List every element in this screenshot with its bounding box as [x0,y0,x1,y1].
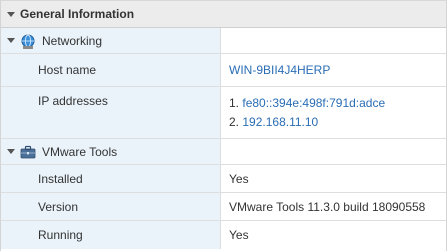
ip-addresses-label: IP addresses [38,94,108,108]
version-label-cell: Version [1,193,221,220]
networking-group-row: Networking [1,28,446,54]
ip-addresses-row: IP addresses 1. fe80::394e:498f:791d:adc… [1,87,446,139]
caret-down-icon[interactable] [7,149,15,154]
ip-address-link[interactable]: fe80::394e:498f:791d:adce [242,96,385,110]
ip-address-index: 2. [229,115,240,129]
host-name-link[interactable]: WIN-9BII4J4HERP [229,63,446,77]
installed-label: Installed [38,171,83,186]
vmware-tools-group-row: VMware Tools [1,139,446,165]
panel-title: General Information [20,7,135,21]
installed-value-cell: Yes [221,165,446,192]
running-value-cell: Yes [221,221,446,249]
installed-row: Installed Yes [1,165,446,193]
vmware-tools-group-label: VMware Tools [42,144,118,159]
running-label-cell: Running [1,221,221,249]
running-label: Running [38,228,83,242]
toolbox-icon [20,145,36,159]
version-value-cell: VMware Tools 11.3.0 build 18090558 [221,193,446,220]
networking-group-label: Networking [42,33,103,48]
ip-address-index: 1. [229,96,240,110]
host-name-row: Host name WIN-9BII4J4HERP [1,54,446,87]
general-information-header[interactable]: General Information [1,0,446,28]
host-name-label-cell: Host name [1,54,221,86]
installed-label-cell: Installed [1,165,221,192]
host-name-value-cell: WIN-9BII4J4HERP [221,54,446,86]
ip-addresses-value-cell: 1. fe80::394e:498f:791d:adce 2. 192.168.… [221,87,446,138]
running-row: Running Yes [1,221,446,249]
host-name-label: Host name [38,63,97,77]
vmware-tools-group-value [221,139,446,164]
ip-address-item: 1. fe80::394e:498f:791d:adce [229,94,446,113]
ip-address-link[interactable]: 192.168.11.10 [242,115,318,129]
caret-down-icon[interactable] [7,38,15,43]
networking-group-toggle[interactable]: Networking [1,28,221,53]
version-row: Version VMware Tools 11.3.0 build 180905… [1,193,446,221]
caret-down-icon[interactable] [7,11,15,17]
ip-address-item: 2. 192.168.11.10 [229,113,446,132]
version-value: VMware Tools 11.3.0 build 18090558 [229,199,426,214]
general-information-panel: General Information Networking Host name… [0,0,447,251]
version-label: Version [38,199,79,214]
networking-group-value [221,28,446,53]
globe-network-icon [20,34,36,49]
ip-addresses-label-cell: IP addresses [1,87,221,138]
running-value: Yes [229,228,249,242]
installed-value: Yes [229,171,249,186]
vmware-tools-group-toggle[interactable]: VMware Tools [1,139,221,164]
